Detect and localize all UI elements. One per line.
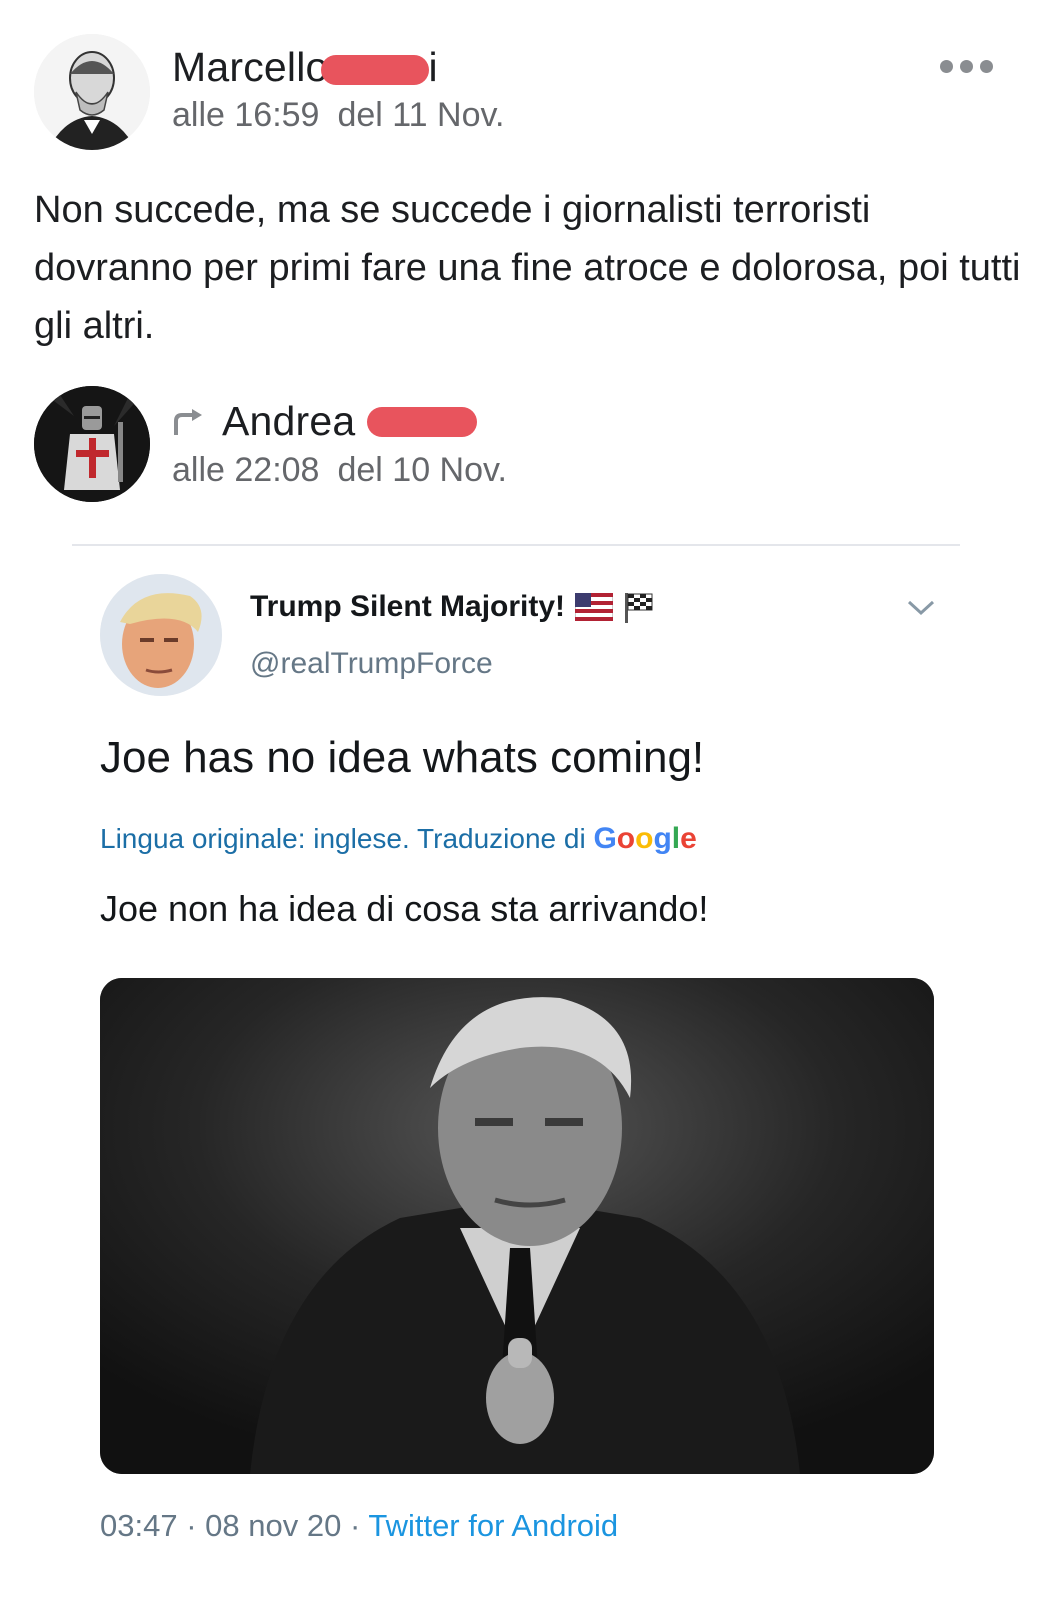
more-horizontal-icon — [940, 60, 953, 73]
redaction-mark — [367, 406, 478, 437]
redaction-mark — [320, 55, 429, 86]
translation-notice: Lingua originale: inglese. Traduzione di… — [100, 822, 697, 856]
post-date: del 11 Nov. — [337, 96, 505, 134]
tweet-handle[interactable]: @realTrumpForce — [250, 647, 493, 681]
post-text: Non succede, ma se succede i giornalisti… — [34, 189, 1021, 347]
google-logo: Google — [593, 822, 697, 855]
portrait-photo — [100, 978, 934, 1474]
tweet-avatar-portrait-icon — [100, 574, 222, 696]
tweet-display-name: Trump Silent Majority! — [250, 590, 566, 623]
shared-timestamp[interactable]: alle 22:08 del 10 Nov. — [172, 451, 507, 490]
translation-label: Lingua originale: inglese. Traduzione di — [100, 823, 586, 854]
tweet-source-link[interactable]: Twitter for Android — [368, 1508, 618, 1543]
more-dot — [960, 60, 973, 73]
shared-author-row[interactable]: Andrea — [172, 398, 478, 445]
more-dot — [980, 60, 993, 73]
tweet-author-avatar[interactable] — [100, 574, 222, 696]
post-time: alle 16:59 — [172, 96, 320, 134]
post-timestamp[interactable]: alle 16:59 del 11 Nov. — [172, 96, 504, 135]
divider — [72, 544, 960, 546]
checkered-flag-icon — [625, 593, 653, 623]
author-name-text: Marcello — [172, 44, 329, 90]
more-options-button[interactable] — [940, 60, 993, 73]
tweet-media-image[interactable] — [100, 978, 934, 1474]
author-name-tail: i — [428, 44, 438, 90]
share-arrow-icon — [174, 408, 202, 435]
tweet-date: 08 nov 20 — [205, 1508, 342, 1543]
separator: · — [186, 1508, 197, 1543]
post-author-avatar[interactable] — [34, 34, 150, 150]
translated-tweet-text: Joe non ha idea di cosa sta arrivando! — [100, 888, 709, 929]
shared-author-name: Andrea — [222, 398, 356, 444]
us-flag-icon — [575, 593, 614, 621]
shared-author-avatar[interactable] — [34, 386, 150, 502]
knight-avatar-icon — [34, 386, 150, 502]
author-portrait-icon — [34, 34, 150, 150]
chevron-down-icon[interactable] — [906, 598, 936, 618]
separator: · — [349, 1508, 361, 1543]
tweet-text: Joe has no idea whats coming! — [100, 733, 705, 782]
post-author-name[interactable]: Marcello i — [172, 44, 438, 91]
tweet-footer: 03:47 · 08 nov 20 · Twitter for Android — [100, 1508, 618, 1544]
shared-date: del 10 Nov. — [337, 451, 507, 489]
shared-time: alle 22:08 — [172, 451, 320, 489]
tweet-display-name-row[interactable]: Trump Silent Majority! — [250, 590, 655, 624]
tweet-time: 03:47 — [100, 1508, 178, 1543]
